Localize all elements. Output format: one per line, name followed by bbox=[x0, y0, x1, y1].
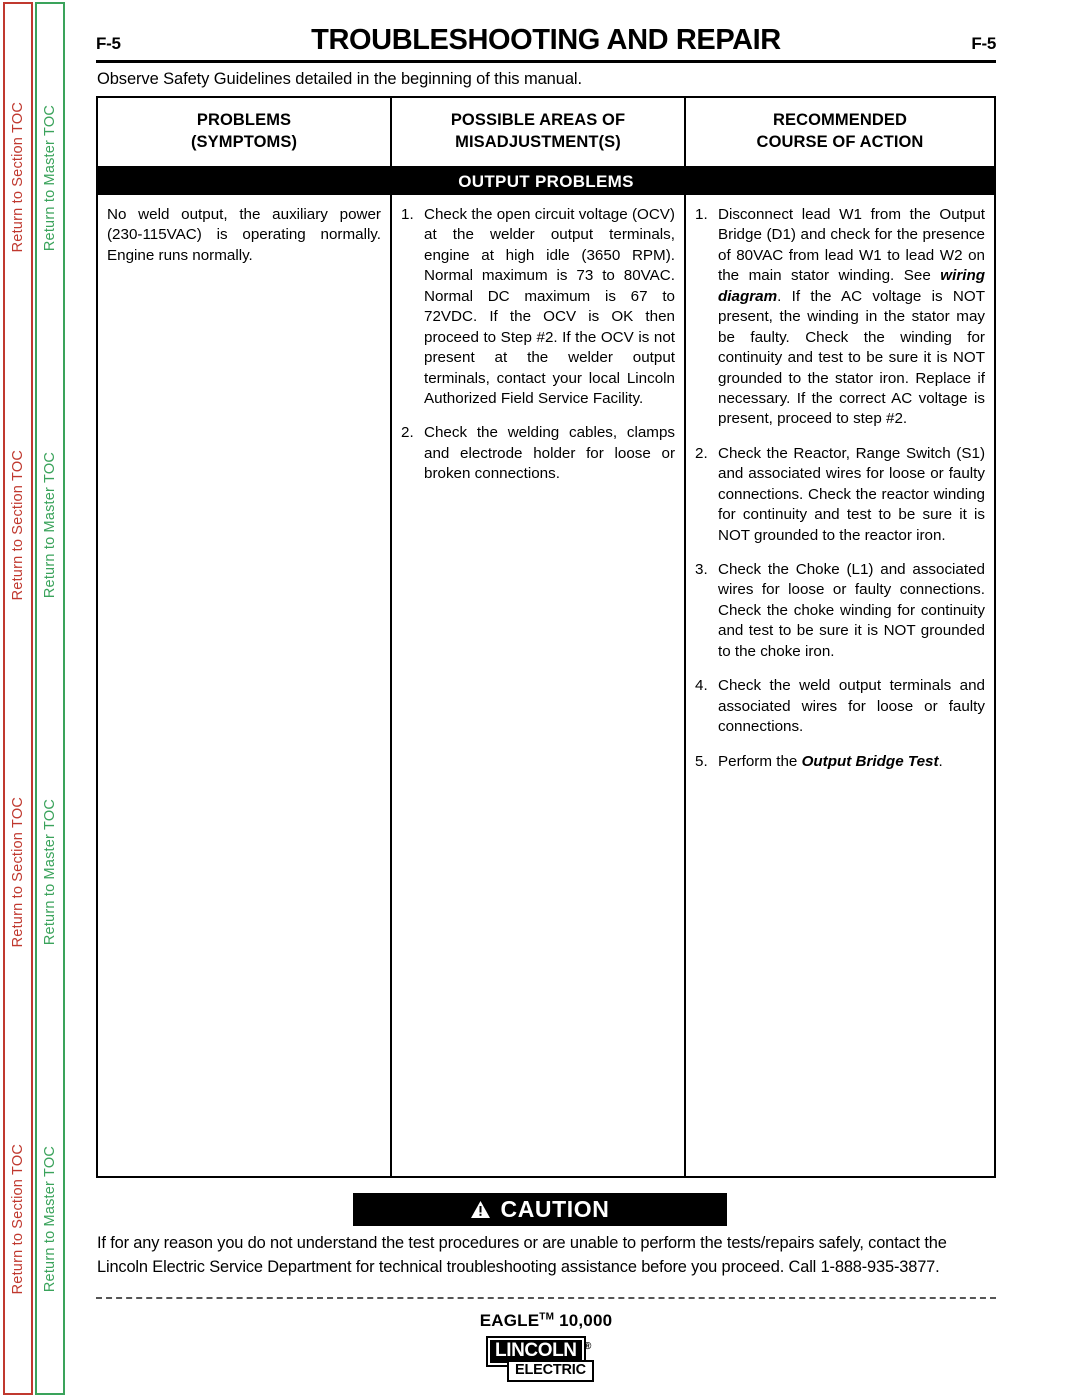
step-text: Perform the Output Bridge Test. bbox=[718, 752, 985, 772]
numbered-step: 1. Disconnect lead W1 from the Output Bri… bbox=[695, 205, 985, 430]
numbered-step: 4. Check the weld output terminals and as… bbox=[695, 676, 985, 737]
footer-divider bbox=[96, 1297, 996, 1299]
numbered-step: 2. Check the Reactor, Range Switch (S1) a… bbox=[695, 444, 985, 546]
step-text-run: Perform the bbox=[718, 752, 802, 770]
registered-trademark-icon: ® bbox=[584, 1341, 592, 1352]
step-number: 3. bbox=[695, 561, 708, 578]
column-header-action-line1: RECOMMENDED bbox=[772, 111, 908, 130]
symptom-text: No weld output, the auxiliary power (230… bbox=[107, 206, 381, 264]
numbered-step: 3. Check the Choke (L1) and associated wi… bbox=[695, 560, 985, 662]
lincoln-electric-logo: LINCOLN ® ELECTRIC bbox=[96, 1336, 996, 1384]
return-to-master-toc-link[interactable]: Return to Master TOC bbox=[42, 799, 58, 945]
caution-banner: CAUTION bbox=[353, 1193, 727, 1226]
step-text: Check the open circuit voltage (OCV) at … bbox=[424, 206, 675, 407]
page-content: F-5 TROUBLESHOOTING AND REPAIR F-5 Obser… bbox=[96, 0, 1008, 1397]
step-text-run: . If the AC voltage is NOT present, the … bbox=[718, 287, 985, 428]
return-to-master-toc-link[interactable]: Return to Master TOC bbox=[42, 1146, 58, 1292]
return-to-section-toc-rail[interactable]: Return to Section TOC Return to Section T… bbox=[3, 2, 33, 1395]
column-header-problems-line1: PROBLEMS bbox=[196, 111, 292, 130]
numbered-step: 2. Check the welding cables, clamps and e… bbox=[401, 423, 675, 484]
folio-right: F-5 bbox=[971, 34, 996, 53]
header-divider bbox=[96, 60, 996, 63]
warning-triangle-icon bbox=[470, 1201, 490, 1218]
numbered-step: 1. Check the open circuit voltage (OCV) a… bbox=[401, 205, 675, 409]
cell-symptom: No weld output, the auxiliary power (230… bbox=[98, 195, 392, 1176]
step-text-run: Check the Reactor, Range Switch (S1) and… bbox=[718, 444, 985, 544]
step-text: Disconnect lead W1 from the Output Bridg… bbox=[718, 205, 985, 430]
return-to-section-toc-link[interactable]: Return to Section TOC bbox=[10, 797, 26, 947]
return-to-section-toc-link[interactable]: Return to Section TOC bbox=[10, 1144, 26, 1294]
table-body-row: No weld output, the auxiliary power (230… bbox=[98, 195, 994, 1176]
step-text: Check the welding cables, clamps and ele… bbox=[424, 424, 675, 483]
cell-actions: 1. Disconnect lead W1 from the Output Bri… bbox=[686, 195, 994, 1176]
column-header-action-line2: COURSE OF ACTION bbox=[756, 133, 924, 151]
caution-body-text: If for any reason you do not understand … bbox=[97, 1234, 947, 1276]
step-text-run: Check the Choke (L1) and associated wire… bbox=[718, 561, 985, 660]
step-text-run: . bbox=[938, 752, 943, 770]
step-number: 1. bbox=[401, 206, 414, 223]
column-header-action: RECOMMENDED COURSE OF ACTION bbox=[686, 98, 994, 166]
footer-model: EAGLETM 10,000 bbox=[96, 1311, 996, 1331]
page-header: F-5 TROUBLESHOOTING AND REPAIR F-5 bbox=[96, 24, 996, 57]
footer-model-trademark: TM bbox=[539, 1311, 555, 1323]
safety-note: Observe Safety Guidelines detailed in th… bbox=[97, 70, 582, 88]
caution-label: CAUTION bbox=[500, 1196, 610, 1222]
manual-page: Return to Section TOC Return to Section T… bbox=[0, 0, 1080, 1397]
return-to-master-toc-rail[interactable]: Return to Master TOC Return to Master TOC… bbox=[35, 2, 65, 1395]
step-number: 1. bbox=[695, 206, 708, 223]
footer-model-name: EAGLE bbox=[479, 1311, 540, 1330]
column-header-misadjustments-line1: POSSIBLE AREAS OF bbox=[450, 111, 626, 130]
step-number: 2. bbox=[401, 424, 414, 442]
table-header-row: PROBLEMS (SYMPTOMS) POSSIBLE AREAS OF MI… bbox=[98, 98, 994, 168]
column-header-problems-line2: (SYMPTOMS) bbox=[190, 133, 298, 151]
section-band-output-problems: OUTPUT PROBLEMS bbox=[98, 168, 994, 195]
step-number: 5. bbox=[695, 752, 708, 770]
numbered-step: 5. Perform the Output Bridge Test. bbox=[695, 752, 985, 772]
step-text: Check the weld output terminals and asso… bbox=[718, 676, 985, 737]
column-header-misadjustments-line2: MISADJUSTMENT(S) bbox=[455, 133, 621, 151]
column-header-misadjustments: POSSIBLE AREAS OF MISADJUSTMENT(S) bbox=[392, 98, 686, 166]
logo-electric-text: ELECTRIC bbox=[507, 1360, 594, 1383]
page-title: TROUBLESHOOTING AND REPAIR bbox=[311, 24, 781, 56]
cell-misadjustments: 1. Check the open circuit voltage (OCV) a… bbox=[392, 195, 686, 1176]
step-number: 2. bbox=[695, 444, 708, 462]
emphasised-reference: Output Bridge Test bbox=[801, 752, 939, 770]
step-number: 4. bbox=[695, 677, 708, 695]
troubleshooting-table: PROBLEMS (SYMPTOMS) POSSIBLE AREAS OF MI… bbox=[96, 96, 996, 1178]
folio-left: F-5 bbox=[96, 34, 121, 53]
footer-model-number: 10,000 bbox=[554, 1311, 613, 1330]
step-text-run: Check the weld output terminals and asso… bbox=[718, 677, 985, 736]
column-header-problems: PROBLEMS (SYMPTOMS) bbox=[98, 98, 392, 166]
return-to-master-toc-link[interactable]: Return to Master TOC bbox=[42, 452, 58, 598]
return-to-master-toc-link[interactable]: Return to Master TOC bbox=[42, 105, 58, 251]
return-to-section-toc-link[interactable]: Return to Section TOC bbox=[10, 102, 26, 252]
return-to-section-toc-link[interactable]: Return to Section TOC bbox=[10, 450, 26, 600]
step-text: Check the Choke (L1) and associated wire… bbox=[718, 560, 985, 662]
step-text: Check the Reactor, Range Switch (S1) and… bbox=[718, 444, 985, 546]
